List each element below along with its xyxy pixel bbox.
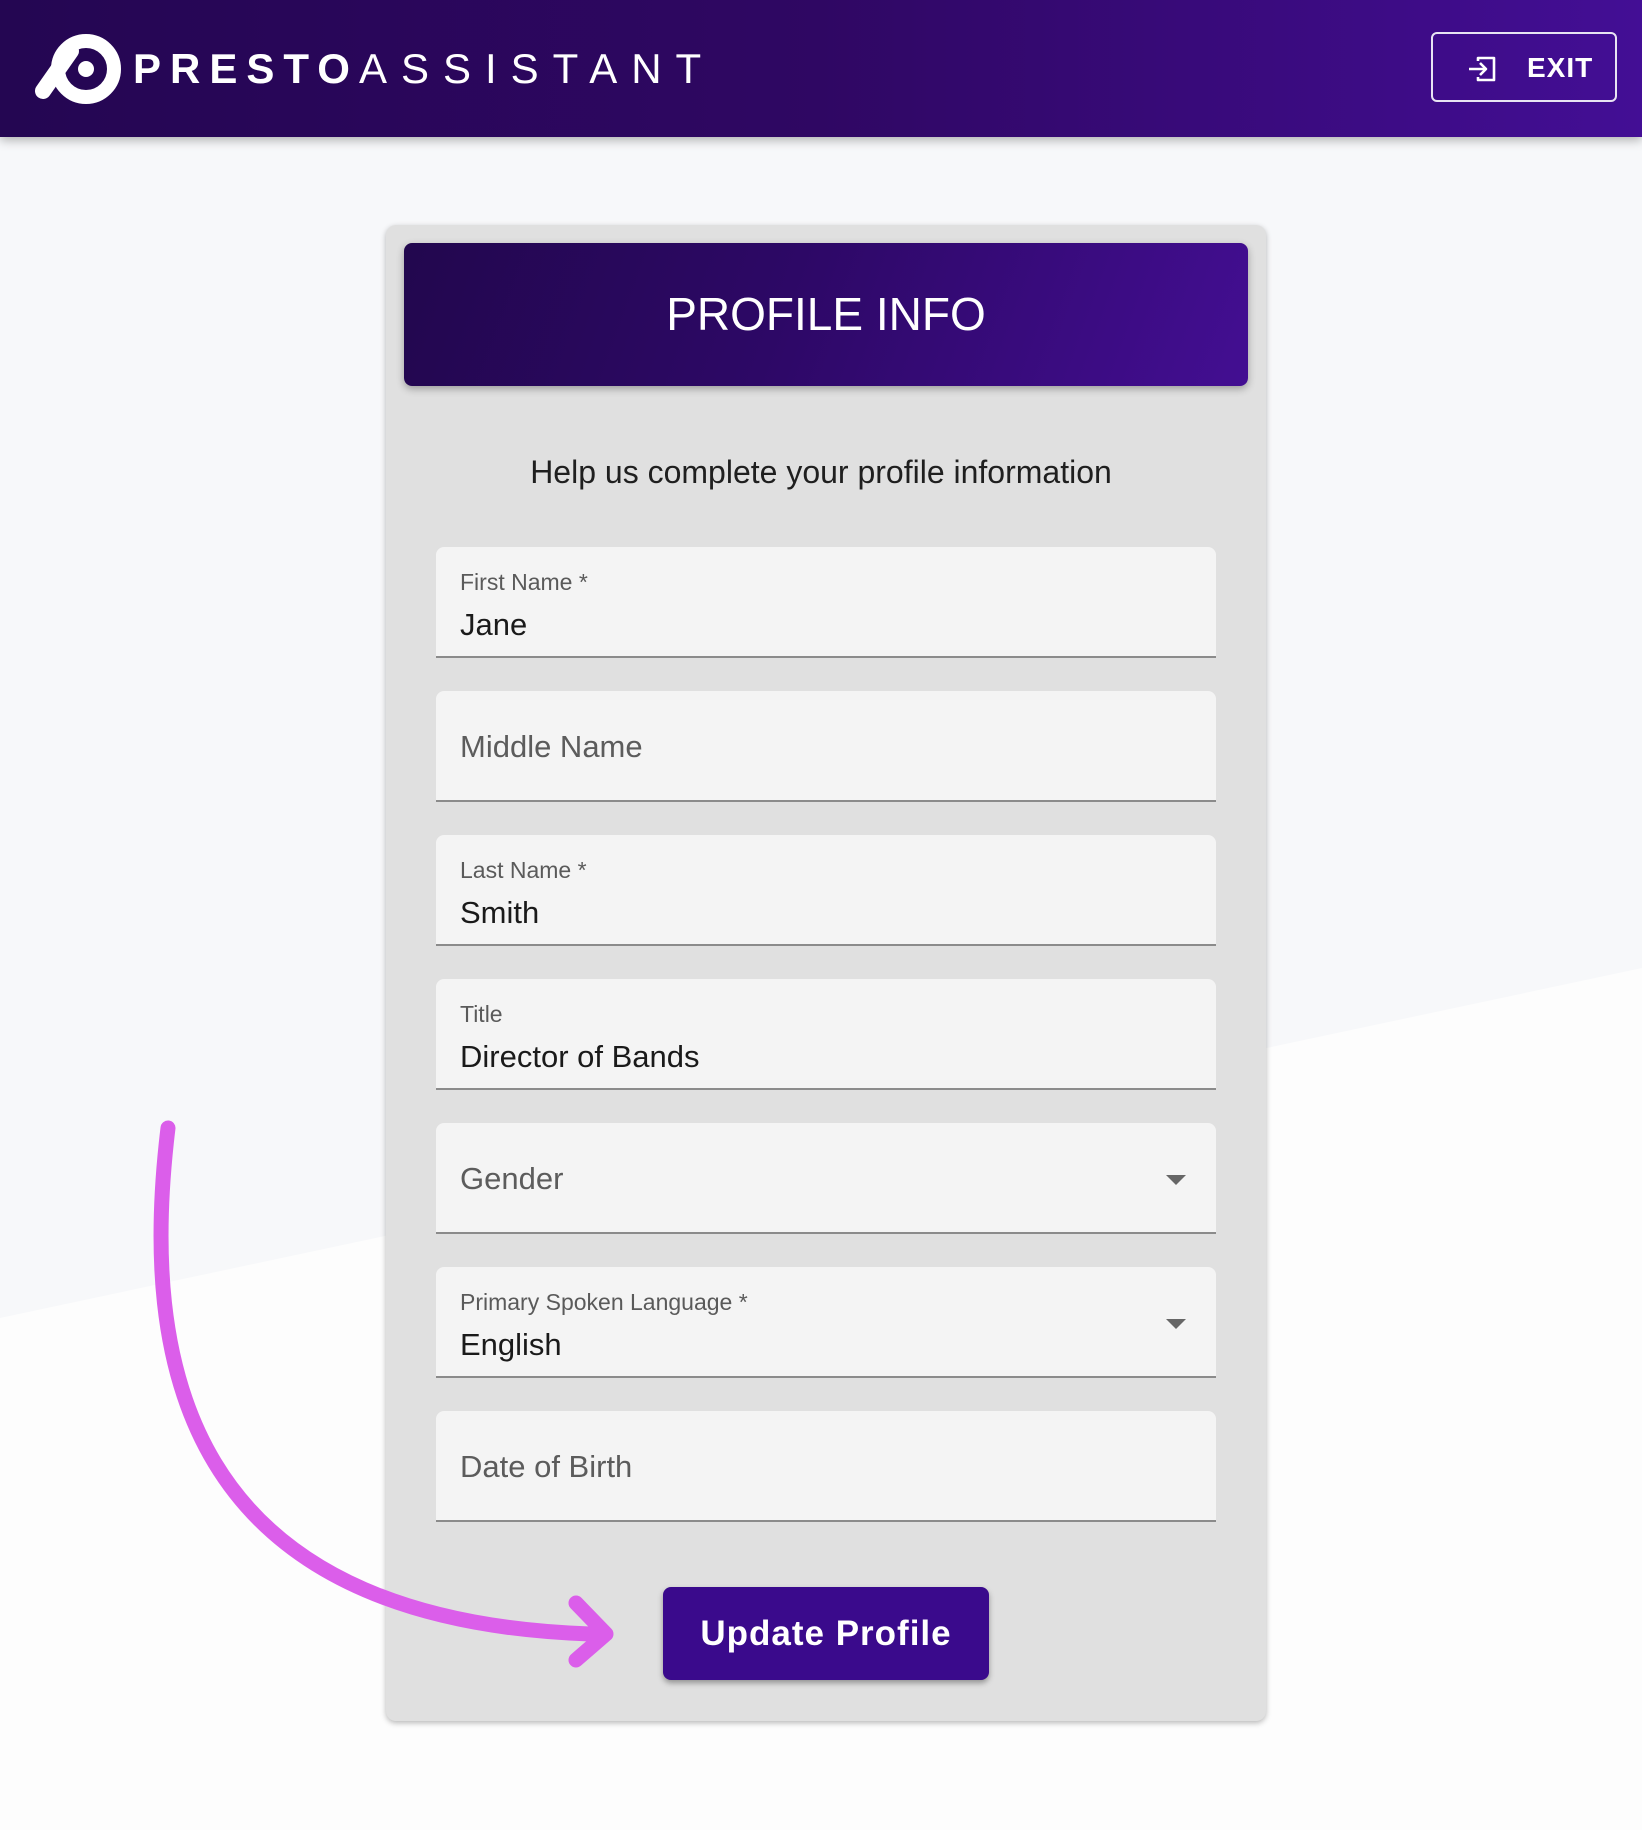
exit-label: EXIT bbox=[1527, 52, 1594, 83]
form-subtitle: Help us complete your profile informatio… bbox=[530, 454, 1112, 490]
first-name-value: Jane bbox=[460, 607, 528, 642]
primary-language-select[interactable]: Primary Spoken Language * English bbox=[436, 1267, 1216, 1378]
exit-button[interactable]: EXIT bbox=[1431, 32, 1617, 102]
first-name-field[interactable]: First Name * Jane bbox=[436, 547, 1216, 658]
presto-logo-icon bbox=[35, 34, 121, 104]
title-label: Title bbox=[460, 1001, 503, 1027]
first-name-label: First Name * bbox=[460, 569, 588, 595]
last-name-label: Last Name * bbox=[460, 857, 587, 883]
primary-language-label: Primary Spoken Language * bbox=[460, 1289, 748, 1315]
brand-wordmark: PRESTOASSISTANT bbox=[133, 44, 715, 94]
date-of-birth-field[interactable]: Date of Birth bbox=[436, 1411, 1216, 1522]
gender-select[interactable]: Gender bbox=[436, 1123, 1216, 1234]
middle-name-placeholder: Middle Name bbox=[460, 729, 643, 764]
last-name-field[interactable]: Last Name * Smith bbox=[436, 835, 1216, 946]
card-header: PROFILE INFO bbox=[404, 243, 1248, 386]
top-app-bar: PRESTOASSISTANT EXIT bbox=[0, 0, 1642, 137]
brand-name-light: ASSISTANT bbox=[358, 45, 716, 92]
title-value: Director of Bands bbox=[460, 1039, 700, 1074]
caret-down-icon bbox=[1166, 1175, 1186, 1185]
primary-language-value: English bbox=[460, 1327, 562, 1362]
title-field[interactable]: Title Director of Bands bbox=[436, 979, 1216, 1090]
middle-name-field[interactable]: Middle Name bbox=[436, 691, 1216, 802]
page-title: PROFILE INFO bbox=[666, 288, 986, 340]
date-of-birth-placeholder: Date of Birth bbox=[460, 1449, 633, 1484]
update-profile-button[interactable]: Update Profile bbox=[663, 1587, 989, 1680]
last-name-value: Smith bbox=[460, 895, 540, 930]
exit-icon bbox=[1469, 56, 1496, 82]
brand-name-bold: PRESTO bbox=[133, 45, 359, 92]
gender-placeholder: Gender bbox=[460, 1161, 564, 1196]
update-profile-label: Update Profile bbox=[700, 1614, 952, 1653]
caret-down-icon bbox=[1166, 1319, 1186, 1329]
